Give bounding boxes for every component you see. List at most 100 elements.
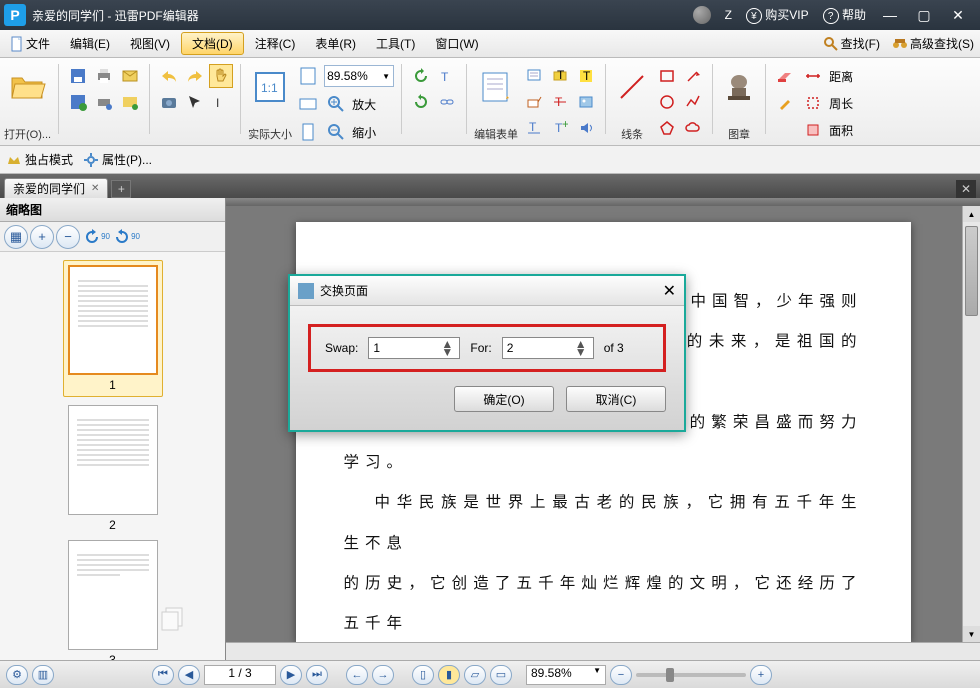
tabs-close-button[interactable]: ✕ (956, 180, 976, 198)
next-page-button[interactable]: ▶ (280, 665, 302, 685)
highlight-icon[interactable]: T (574, 64, 598, 88)
sound-icon[interactable] (574, 116, 598, 140)
vertical-scrollbar[interactable]: ▲ ▼ (962, 206, 980, 642)
callout-icon[interactable] (522, 90, 546, 114)
status-options-icon[interactable]: ⚙ (6, 665, 28, 685)
measure-perim-icon[interactable] (801, 91, 825, 115)
menu-form[interactable]: 表单(R) (305, 30, 366, 57)
find-button[interactable]: 查找(F) (817, 30, 886, 57)
swap-input[interactable] (369, 341, 439, 355)
menu-view[interactable]: 视图(V) (120, 30, 180, 57)
zoom-in-icon[interactable] (324, 92, 348, 116)
last-page-button[interactable]: ⏭ (306, 665, 328, 685)
thumb-page-3[interactable]: 3 (63, 540, 163, 660)
doc-tab[interactable]: 亲爱的同学们✕ (4, 178, 108, 198)
exclusive-mode-button[interactable]: 独占模式 (6, 151, 73, 168)
rotate-left-icon[interactable] (409, 64, 433, 88)
open-group[interactable]: 打开(O)... (4, 64, 51, 142)
arrow-icon[interactable] (681, 64, 705, 88)
user-letter[interactable]: Z (725, 8, 732, 22)
nav-back-button[interactable]: ← (346, 665, 368, 685)
text-select-icon[interactable]: I (209, 90, 233, 114)
ok-button[interactable]: 确定(O) (454, 386, 554, 412)
zoom-combo[interactable]: 89.58%▼ (324, 65, 394, 87)
thumb-options-icon[interactable]: ▦ (4, 225, 28, 249)
status-zoom-combo[interactable]: 89.58% ▼ (526, 665, 606, 685)
thumb-page-2[interactable]: 2 (63, 405, 163, 532)
add-tab-button[interactable]: + (111, 180, 131, 198)
pencil-icon[interactable] (773, 91, 797, 115)
underline-icon[interactable]: T (522, 116, 546, 140)
zoom-out-icon[interactable] (324, 120, 348, 144)
print-setup-icon[interactable] (92, 90, 116, 114)
maximize-button[interactable]: ▢ (914, 7, 934, 24)
save-icon[interactable] (66, 64, 90, 88)
circle-icon[interactable] (655, 90, 679, 114)
measure-dist-icon[interactable] (801, 64, 825, 88)
save-as-icon[interactable] (66, 90, 90, 114)
help-button[interactable]: ? 帮助 (823, 6, 866, 25)
globe-icon[interactable] (693, 6, 711, 24)
minimize-button[interactable]: ― (880, 7, 900, 23)
cloud-icon[interactable] (681, 116, 705, 140)
strikeout-icon[interactable]: T (548, 90, 572, 114)
swap-spin-down[interactable]: ▼ (439, 348, 455, 356)
menu-comment[interactable]: 注释(C) (245, 30, 306, 57)
insert-text-icon[interactable]: T+ (548, 116, 572, 140)
text-tool-icon[interactable]: T (435, 64, 459, 88)
dialog-close-button[interactable]: ✕ (663, 281, 676, 301)
menu-tool[interactable]: 工具(T) (366, 30, 425, 57)
hand-icon[interactable] (209, 64, 233, 88)
edit-form-group[interactable]: 编辑表单 (474, 64, 518, 142)
menu-edit[interactable]: 编辑(E) (60, 30, 120, 57)
redo-icon[interactable] (183, 64, 207, 88)
thumb-page-1[interactable]: 1 (63, 260, 163, 397)
cancel-button[interactable]: 取消(C) (566, 386, 666, 412)
polyline-icon[interactable] (681, 90, 705, 114)
rect-icon[interactable] (655, 64, 679, 88)
print-icon[interactable] (92, 64, 116, 88)
note-icon[interactable] (522, 64, 546, 88)
status-layout-icon[interactable]: ▥ (32, 665, 54, 685)
facing-icon[interactable]: ▱ (464, 665, 486, 685)
horizontal-scrollbar[interactable] (226, 642, 980, 660)
first-page-button[interactable]: ⏮ (152, 665, 174, 685)
close-button[interactable]: ✕ (948, 7, 968, 24)
slider-knob[interactable] (666, 668, 674, 682)
text-box-icon[interactable]: T (548, 64, 572, 88)
line-group[interactable]: 线条 (613, 64, 651, 142)
thumb-rotate-left[interactable]: 90 (82, 225, 110, 249)
zoom-slider[interactable] (636, 673, 746, 677)
thumb-zoom-in[interactable]: + (30, 225, 54, 249)
dialog-titlebar[interactable]: 交换页面 ✕ (290, 276, 684, 306)
fit-page-icon[interactable] (296, 64, 320, 88)
eraser-icon[interactable] (773, 64, 797, 88)
menu-document[interactable]: 文档(D) (181, 32, 244, 55)
thumb-rotate-right[interactable]: 90 (112, 225, 140, 249)
rotate-right-icon[interactable] (409, 90, 433, 114)
for-input[interactable] (503, 341, 573, 355)
for-field[interactable]: ▲▼ (502, 337, 594, 359)
prev-page-button[interactable]: ◀ (178, 665, 200, 685)
tab-close-icon[interactable]: ✕ (91, 183, 99, 194)
select-icon[interactable] (183, 90, 207, 114)
undo-icon[interactable] (157, 64, 181, 88)
status-zoom-out[interactable]: − (610, 665, 632, 685)
scroll-thumb[interactable] (965, 226, 978, 316)
thumb-zoom-out[interactable]: − (56, 225, 80, 249)
fit-height-icon[interactable] (296, 120, 320, 144)
polygon-icon[interactable] (655, 116, 679, 140)
menu-file[interactable]: 文件 (0, 30, 60, 57)
properties-button[interactable]: 属性(P)... (83, 151, 152, 168)
camera-icon[interactable] (157, 90, 181, 114)
image-icon[interactable] (574, 90, 598, 114)
page-number-field[interactable]: 1 / 3 (204, 665, 276, 685)
continuous-icon[interactable]: ▮ (438, 665, 460, 685)
single-page-icon[interactable]: ▯ (412, 665, 434, 685)
nav-fwd-button[interactable]: → (372, 665, 394, 685)
buy-vip-button[interactable]: ¥ 购买VIP (746, 6, 809, 25)
menu-window[interactable]: 窗口(W) (425, 30, 488, 57)
scroll-down-icon[interactable]: ▼ (963, 626, 980, 642)
adv-find-button[interactable]: 高级查找(S) (886, 30, 980, 57)
scroll-up-icon[interactable]: ▲ (963, 206, 980, 222)
